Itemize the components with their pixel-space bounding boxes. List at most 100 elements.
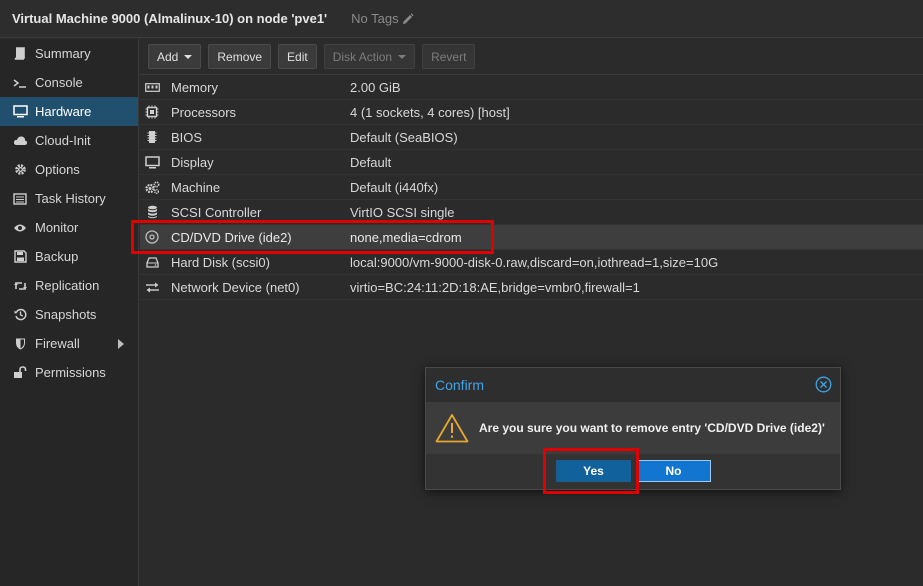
table-row[interactable]: Machine Default (i440fx) [140,175,923,200]
page-title: Virtual Machine 9000 (Almalinux-10) on n… [12,11,328,26]
hardware-value: Default (SeaBIOS) [350,129,458,145]
table-row[interactable]: Network Device (net0) virtio=BC:24:11:2D… [140,275,923,300]
hardware-value: Default (i440fx) [350,179,439,195]
terminal-icon [12,75,28,91]
cdrom-icon [144,229,160,245]
pencil-icon[interactable] [402,12,414,25]
disk-action-button[interactable]: Disk Action [323,44,416,69]
hardware-value: VirtIO SCSI single [350,204,455,220]
sidebar-item-label: Cloud-Init [35,133,91,148]
tags-area[interactable]: No Tags [351,11,414,26]
history-icon [12,307,28,323]
table-row[interactable]: Hard Disk (scsi0) local:9000/vm-9000-dis… [140,250,923,275]
unlock-icon [12,365,28,381]
list-icon [12,191,28,207]
table-row-selected[interactable]: CD/DVD Drive (ide2) none,media=cdrom [140,225,923,250]
hdd-icon [144,254,160,270]
edit-button[interactable]: Edit [278,44,317,69]
sidebar-item-console[interactable]: Console [0,68,138,97]
table-row[interactable]: Display Default [140,150,923,175]
dialog-footer [426,454,840,490]
table-row[interactable]: Processors 4 (1 sockets, 4 cores) [host] [140,100,923,125]
sidebar-item-label: Options [35,162,80,177]
hardware-name: Hard Disk (scsi0) [171,254,270,270]
sidebar-item-label: Monitor [35,220,79,235]
memory-icon [144,79,160,95]
dialog-title: Confirm [435,377,485,393]
app-window: Virtual Machine 9000 (Almalinux-10) on n… [0,0,923,586]
sidebar-item-options[interactable]: Options [0,155,138,184]
close-icon[interactable] [815,376,832,393]
sidebar: Summary Console Hardware Cloud-Init Opti… [0,39,139,586]
cpu-icon [144,104,160,120]
sidebar-item-label: Summary [35,46,91,61]
floppy-icon [12,249,28,265]
eye-icon [12,220,28,236]
hardware-value: virtio=BC:24:11:2D:18:AE,bridge=vmbr0,fi… [350,279,640,295]
chevron-down-icon [184,54,193,59]
sidebar-item-label: Task History [35,191,106,206]
hardware-name: SCSI Controller [171,204,262,220]
sidebar-item-label: Hardware [35,104,92,119]
chevron-down-icon [398,54,407,59]
cloud-icon [12,133,28,149]
hardware-name: Processors [171,104,237,120]
remove-button-label: Remove [217,49,263,64]
hardware-value: none,media=cdrom [350,229,462,245]
exchange-icon [144,279,160,295]
tags-label: No Tags [351,11,399,26]
hardware-name: BIOS [171,129,203,145]
dialog-message: Are you sure you want to remove entry 'C… [479,421,825,435]
warning-icon [435,414,469,443]
cogs-icon [144,179,160,195]
hardware-table: Memory 2.00 GiB Processors 4 (1 sockets,… [140,75,923,300]
sidebar-item-replication[interactable]: Replication [0,271,138,300]
hardware-value: 4 (1 sockets, 4 cores) [host] [350,104,510,120]
hardware-name: Memory [171,79,218,95]
sidebar-item-hardware[interactable]: Hardware [0,97,138,126]
expand-arrow-icon[interactable] [118,338,124,349]
sidebar-item-label: Replication [35,278,100,293]
sidebar-item-label: Firewall [35,336,80,351]
dialog-header: Confirm [426,368,840,402]
sidebar-item-monitor[interactable]: Monitor [0,213,138,242]
microchip-icon [144,129,160,145]
sidebar-item-label: Permissions [35,365,106,380]
hardware-name: Network Device (net0) [171,279,300,295]
sidebar-item-permissions[interactable]: Permissions [0,358,138,387]
sidebar-item-task-history[interactable]: Task History [0,184,138,213]
monitor-icon [12,104,28,120]
hardware-name: CD/DVD Drive (ide2) [171,229,292,245]
toolbar: Add Remove Edit Disk Action Revert [140,39,923,75]
yes-button[interactable]: Yes [556,460,631,482]
book-icon [12,46,28,62]
sidebar-item-backup[interactable]: Backup [0,242,138,271]
sidebar-item-cloud-init[interactable]: Cloud-Init [0,126,138,155]
hardware-name: Machine [171,179,221,195]
database-icon [144,204,160,220]
hardware-name: Display [171,154,214,170]
no-button[interactable]: No [636,460,711,482]
sidebar-item-label: Backup [35,249,79,264]
add-button[interactable]: Add [148,44,202,69]
hardware-value: Default [350,154,392,170]
sidebar-item-label: Console [35,75,83,90]
sidebar-item-label: Snapshots [35,307,97,322]
table-row[interactable]: BIOS Default (SeaBIOS) [140,125,923,150]
revert-button[interactable]: Revert [422,44,476,69]
edit-button-label: Edit [287,49,308,64]
hardware-value: 2.00 GiB [350,79,401,95]
gear-icon [12,162,28,178]
table-row[interactable]: SCSI Controller VirtIO SCSI single [140,200,923,225]
retweet-icon [12,278,28,294]
main-panel: Add Remove Edit Disk Action Revert Memor… [140,39,923,586]
table-row[interactable]: Memory 2.00 GiB [140,75,923,100]
remove-button[interactable]: Remove [208,44,272,69]
hardware-value: local:9000/vm-9000-disk-0.raw,discard=on… [350,254,719,270]
dialog-body: Are you sure you want to remove entry 'C… [426,402,840,454]
revert-button-label: Revert [431,49,467,64]
sidebar-item-snapshots[interactable]: Snapshots [0,300,138,329]
disk-action-label: Disk Action [332,49,393,64]
sidebar-item-summary[interactable]: Summary [0,39,138,68]
sidebar-item-firewall[interactable]: Firewall [0,329,138,358]
